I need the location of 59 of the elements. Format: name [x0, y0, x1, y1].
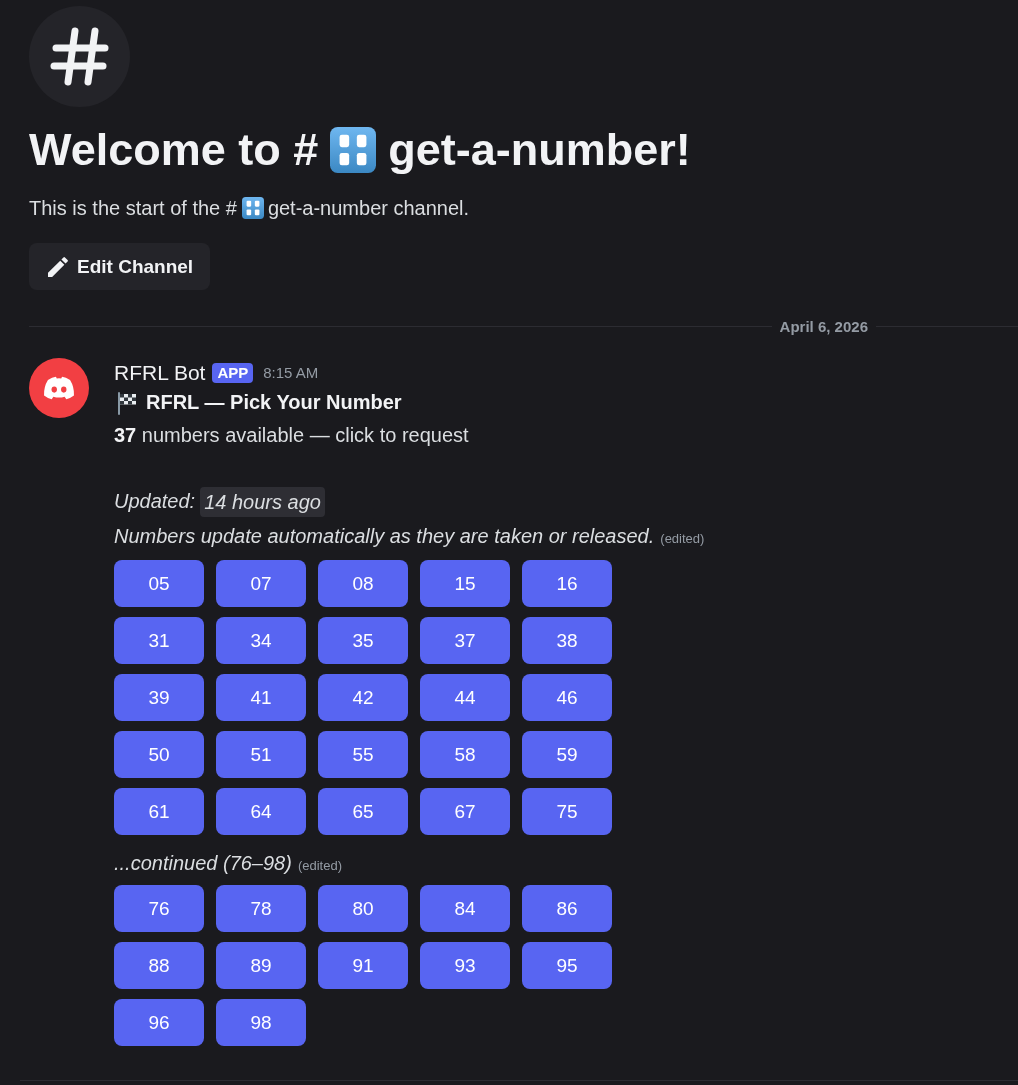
- number-button[interactable]: 16: [522, 560, 612, 607]
- number-button[interactable]: 37: [420, 617, 510, 664]
- number-button[interactable]: 59: [522, 731, 612, 778]
- number-button[interactable]: 65: [318, 788, 408, 835]
- number-tile-icon: [241, 197, 264, 219]
- relative-timestamp: 14 hours ago: [200, 486, 325, 517]
- number-button[interactable]: 75: [522, 788, 612, 835]
- number-button[interactable]: 55: [318, 731, 408, 778]
- number-button[interactable]: 08: [318, 560, 408, 607]
- number-button[interactable]: 31: [114, 617, 204, 664]
- number-button[interactable]: 64: [216, 788, 306, 835]
- hash-icon: [29, 6, 130, 107]
- number-button[interactable]: 98: [216, 999, 306, 1046]
- continued-heading: ...continued (76–98): [114, 851, 292, 876]
- edited-label: (edited): [297, 857, 342, 875]
- number-button[interactable]: 91: [318, 942, 408, 989]
- availability-text: 37 numbers available — click to request: [114, 423, 469, 448]
- pencil-icon: [48, 256, 68, 277]
- updated-label: Updated:: [114, 489, 196, 514]
- number-button[interactable]: 93: [420, 942, 510, 989]
- intro-channel-text: get-a-number channel.: [267, 196, 470, 221]
- author-name[interactable]: RFRL Bot: [114, 359, 206, 386]
- number-button[interactable]: 58: [420, 731, 510, 778]
- number-button[interactable]: 05: [114, 560, 204, 607]
- number-button[interactable]: 86: [522, 885, 612, 932]
- edited-label: (edited): [660, 530, 705, 548]
- embed-title: RFRL — Pick Your Number: [146, 390, 402, 415]
- message-timestamp: 8:15 AM: [263, 363, 319, 383]
- intro-text: This is the start of the #: [29, 196, 237, 221]
- number-button[interactable]: 34: [216, 617, 306, 664]
- welcome-title: Welcome to #: [29, 123, 319, 177]
- channel-name-title: get-a-number!: [388, 123, 691, 177]
- number-button[interactable]: 44: [420, 674, 510, 721]
- number-button[interactable]: 50: [114, 731, 204, 778]
- number-button[interactable]: 96: [114, 999, 204, 1046]
- number-button[interactable]: 51: [216, 731, 306, 778]
- number-button[interactable]: 35: [318, 617, 408, 664]
- number-button[interactable]: 39: [114, 674, 204, 721]
- update-note: Numbers update automatically as they are taken or released.: [114, 524, 655, 549]
- edit-channel-button[interactable]: Edit Channel: [29, 243, 211, 290]
- number-button[interactable]: 42: [318, 674, 408, 721]
- number-tile-icon: [330, 127, 377, 173]
- number-button[interactable]: 41: [216, 674, 306, 721]
- number-button[interactable]: 89: [216, 942, 306, 989]
- number-button[interactable]: 67: [420, 788, 510, 835]
- number-button[interactable]: 61: [114, 788, 204, 835]
- app-tag: APP: [212, 362, 254, 383]
- number-button[interactable]: 46: [522, 674, 612, 721]
- number-button[interactable]: 80: [318, 885, 408, 932]
- number-button[interactable]: 84: [420, 885, 510, 932]
- number-button[interactable]: 78: [216, 885, 306, 932]
- number-button[interactable]: 88: [114, 942, 204, 989]
- number-button[interactable]: 15: [420, 560, 510, 607]
- number-button[interactable]: 76: [114, 885, 204, 932]
- avatar-icon[interactable]: [29, 358, 89, 418]
- number-button[interactable]: 07: [216, 560, 306, 607]
- number-button[interactable]: 95: [522, 942, 612, 989]
- date-divider-label: April 6, 2026: [779, 317, 868, 335]
- number-button[interactable]: 38: [522, 617, 612, 664]
